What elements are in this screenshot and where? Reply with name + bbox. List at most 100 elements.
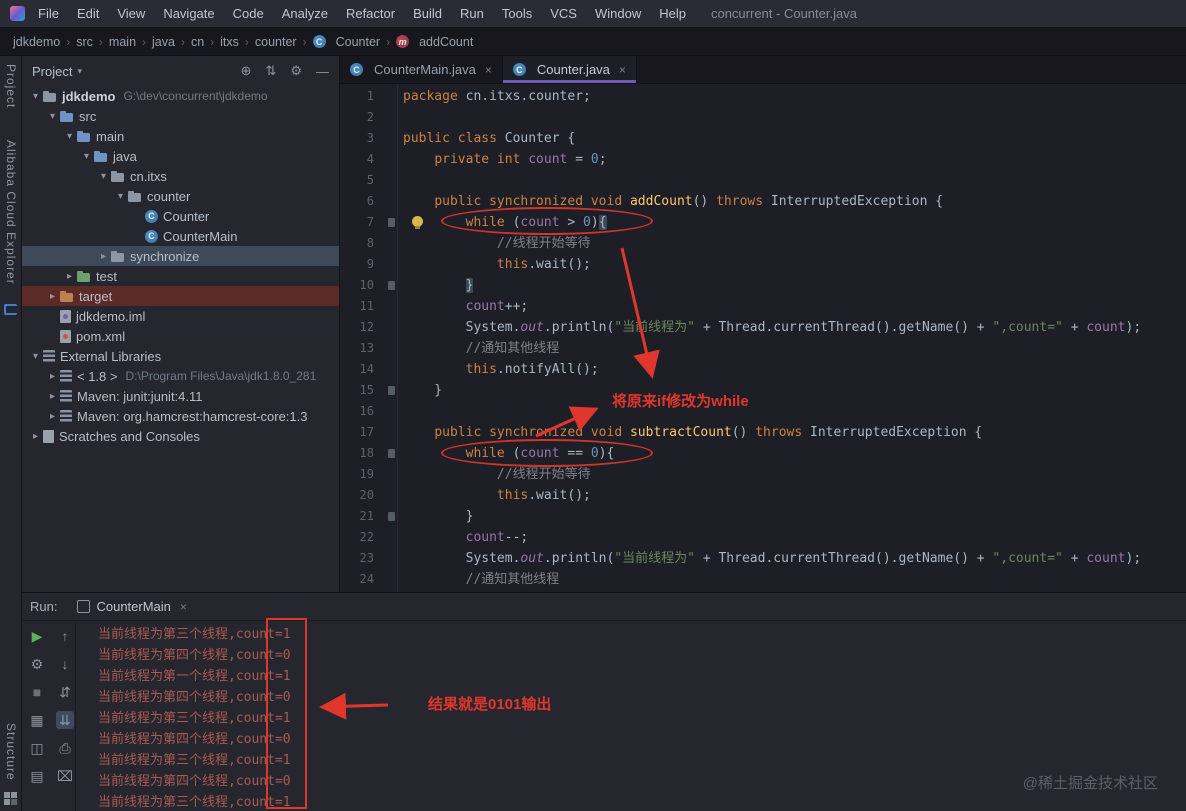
chevron-down-icon[interactable]: ▾ [45,111,60,122]
prev-occurrence-button[interactable]: ↑ [56,627,74,645]
breadcrumb-item-addcount[interactable]: m addCount [395,35,474,49]
menu-help[interactable]: Help [650,0,695,27]
run-panel-header: Run: CounterMain × [22,593,1186,621]
breadcrumb-item-cn[interactable]: cn [190,35,205,49]
settings-gear-icon[interactable]: ⚙ [290,63,302,79]
close-icon[interactable]: × [485,63,492,77]
chevron-right-icon[interactable]: ▸ [45,411,60,422]
fold-marker-icon[interactable] [388,449,395,458]
breadcrumb-item-jdkdemo[interactable]: jdkdemo [12,35,61,49]
code-text: //通知其他线程 [465,341,560,356]
tree-item-jdkdemo-iml[interactable]: jdkdemo.iml [22,306,339,326]
tree-item-scratches-and-consoles[interactable]: ▸ Scratches and Consoles [22,426,339,446]
menu-file[interactable]: File [29,0,68,27]
chevron-down-icon[interactable]: ▾ [96,171,111,182]
chevron-down-icon[interactable]: ▾ [28,351,43,362]
close-icon[interactable]: × [619,63,626,77]
folder-src-icon [60,110,74,123]
menu-window[interactable]: Window [586,0,650,27]
clear-all-button[interactable]: ⌧ [56,767,74,785]
alibaba-cloud-icon[interactable] [4,304,17,315]
print-button[interactable]: ⎙ [56,739,74,757]
tree-item-maven-org-hamcrest-hamcrest-core-1-3[interactable]: ▸ Maven: org.hamcrest:hamcrest-core:1.3 [22,406,339,426]
fold-marker-icon[interactable] [388,218,395,227]
chevron-down-icon[interactable]: ▾ [28,91,43,102]
menu-code[interactable]: Code [224,0,273,27]
breadcrumb-item-main[interactable]: main [108,35,137,49]
chevron-down-icon[interactable]: ▾ [113,191,128,202]
breadcrumb-item-src[interactable]: src [75,35,94,49]
next-occurrence-button[interactable]: ↓ [56,655,74,673]
chevron-right-icon[interactable]: ▸ [96,251,111,262]
breadcrumb-item-itxs[interactable]: itxs [219,35,240,49]
chevron-down-icon[interactable]: ▾ [79,151,94,162]
tree-item-pom-xml[interactable]: pom.xml [22,326,339,346]
editor-tab-counter-java[interactable]: C Counter.java × [502,56,637,83]
tree-item-java[interactable]: ▾ java [22,146,339,166]
dump-threads-button[interactable]: ▦ [28,711,46,729]
chevron-right-icon[interactable]: ▸ [28,431,43,442]
project-view-selector[interactable]: Project [32,64,72,79]
tree-item-counter[interactable]: C Counter [22,206,339,226]
run-tab-countermain[interactable]: CounterMain × [69,593,194,621]
tree-item-cn-itxs[interactable]: ▾ cn.itxs [22,166,339,186]
run-console-output[interactable]: 当前线程为第三个线程,count=1 当前线程为第四个线程,count=0 当前线程… [75,623,1186,811]
restore-layout-button[interactable]: ◫ [28,739,46,757]
tree-item-counter[interactable]: ▾ counter [22,186,339,206]
locate-icon[interactable]: ⊕ [241,63,252,79]
chevron-right-icon[interactable]: ▸ [62,271,77,282]
fold-marker-icon[interactable] [388,386,395,395]
chevron-right-icon[interactable]: ▸ [45,391,60,402]
tool-button-project[interactable]: Project [4,64,18,108]
breadcrumb-separator: › [244,34,249,49]
tool-button-alibaba-cloud-explorer[interactable]: Alibaba Cloud Explorer [4,140,18,285]
lib-icon [60,410,72,422]
breadcrumb-item-counter[interactable]: C Counter [312,35,381,49]
tree-item-target[interactable]: ▸ target [22,286,339,306]
lib-icon [60,370,72,382]
editor-tab-countermain-java[interactable]: C CounterMain.java × [340,56,503,83]
close-icon[interactable]: × [180,600,187,614]
stop-button[interactable]: ■ [28,683,46,701]
menu-run[interactable]: Run [451,0,493,27]
fold-marker-icon[interactable] [388,281,395,290]
menu-vcs[interactable]: VCS [541,0,586,27]
tree-item-synchronize[interactable]: ▸ synchronize [22,246,339,266]
tool-windows-grid-icon[interactable] [4,792,17,805]
customize-button[interactable]: ⚙ [28,655,46,673]
code-line-23: 23 System.out.println("当前线程为" + Thread.c… [340,548,1186,569]
collapse-all-icon[interactable]: ⇅ [265,63,276,79]
code-editor[interactable]: 1 package cn.itxs.counter; 2 3 public class … [340,84,1186,592]
soft-wrap-button[interactable]: ⇵ [56,683,74,701]
menu-view[interactable]: View [108,0,154,27]
tool-button-structure[interactable]: Structure [4,723,18,781]
breadcrumb-item-counter[interactable]: counter [254,35,298,49]
fold-marker-icon[interactable] [388,512,395,521]
menu-edit[interactable]: Edit [68,0,108,27]
code-text: public synchronized void addCount() thro… [434,194,944,209]
menu-refactor[interactable]: Refactor [337,0,404,27]
chevron-down-icon[interactable]: ▾ [62,131,77,142]
layout-settings-button[interactable]: ▤ [28,767,46,785]
chevron-right-icon[interactable]: ▸ [45,291,60,302]
code-line-18: 18 while (count == 0){ [340,443,1186,464]
tree-item-src[interactable]: ▾ src [22,106,339,126]
tree-item-label: counter [147,188,191,204]
breadcrumb-item-java[interactable]: java [151,35,176,49]
menu-tools[interactable]: Tools [493,0,541,27]
tree-item-jdkdemo[interactable]: ▾ jdkdemo G:\dev\concurrent\jdkdemo [22,86,339,106]
hide-panel-icon[interactable]: — [316,64,329,79]
tree-item-1-8[interactable]: ▸ < 1.8 > D:\Program Files\Java\jdk1.8.0_2… [22,366,339,386]
tree-item-maven-junit-junit-4-11[interactable]: ▸ Maven: junit:junit:4.11 [22,386,339,406]
menu-build[interactable]: Build [404,0,451,27]
rerun-button[interactable]: ▶ [28,627,46,645]
tree-item-main[interactable]: ▾ main [22,126,339,146]
tree-item-countermain[interactable]: C CounterMain [22,226,339,246]
tree-item-external-libraries[interactable]: ▾ External Libraries [22,346,339,366]
menu-analyze[interactable]: Analyze [273,0,337,27]
chevron-right-icon[interactable]: ▸ [45,371,60,382]
chevron-down-icon[interactable]: ▾ [77,66,82,77]
scroll-to-end-button[interactable]: ⇊ [56,711,74,729]
tree-item-test[interactable]: ▸ test [22,266,339,286]
menu-navigate[interactable]: Navigate [154,0,223,27]
